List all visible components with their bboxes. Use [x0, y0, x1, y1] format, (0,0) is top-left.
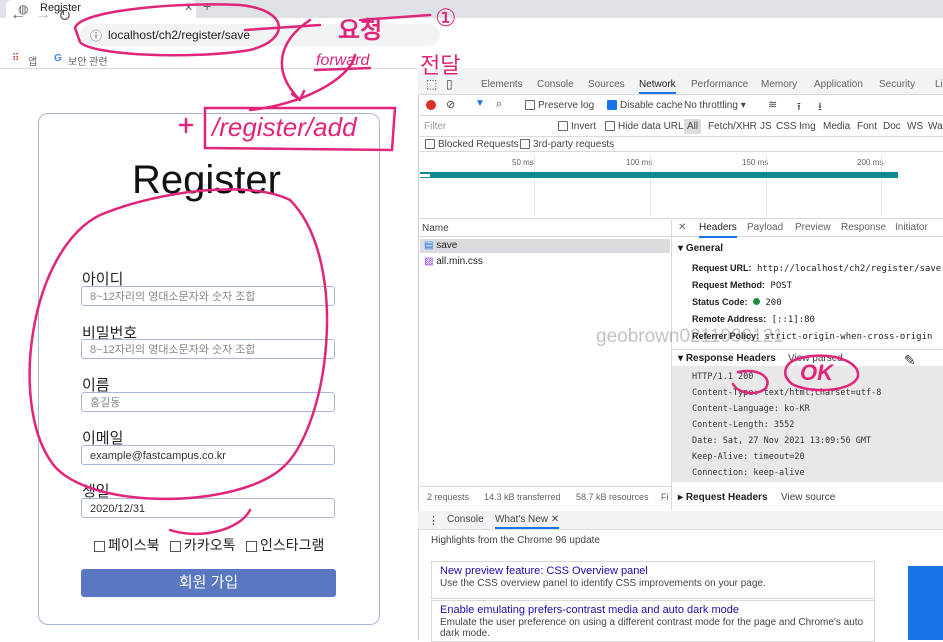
pen-cursor-icon: ✎ [904, 352, 916, 368]
annotation-register-add: /register/add [212, 112, 357, 142]
annotation-layer [28, 3, 860, 536]
form-circle [28, 188, 329, 501]
annotation-ok: OK [800, 360, 833, 385]
annotation-transfer: 전달 [420, 53, 461, 78]
annotation-request: 요청 [338, 17, 383, 44]
annotation-step-1: ① [435, 5, 457, 32]
form-circle-tail [168, 508, 252, 536]
plus-mark [178, 117, 194, 134]
annotation-forward: forward [316, 52, 370, 69]
arrow-line [243, 23, 322, 32]
forward-arrow-1 [280, 18, 312, 102]
status-circle [731, 369, 769, 395]
